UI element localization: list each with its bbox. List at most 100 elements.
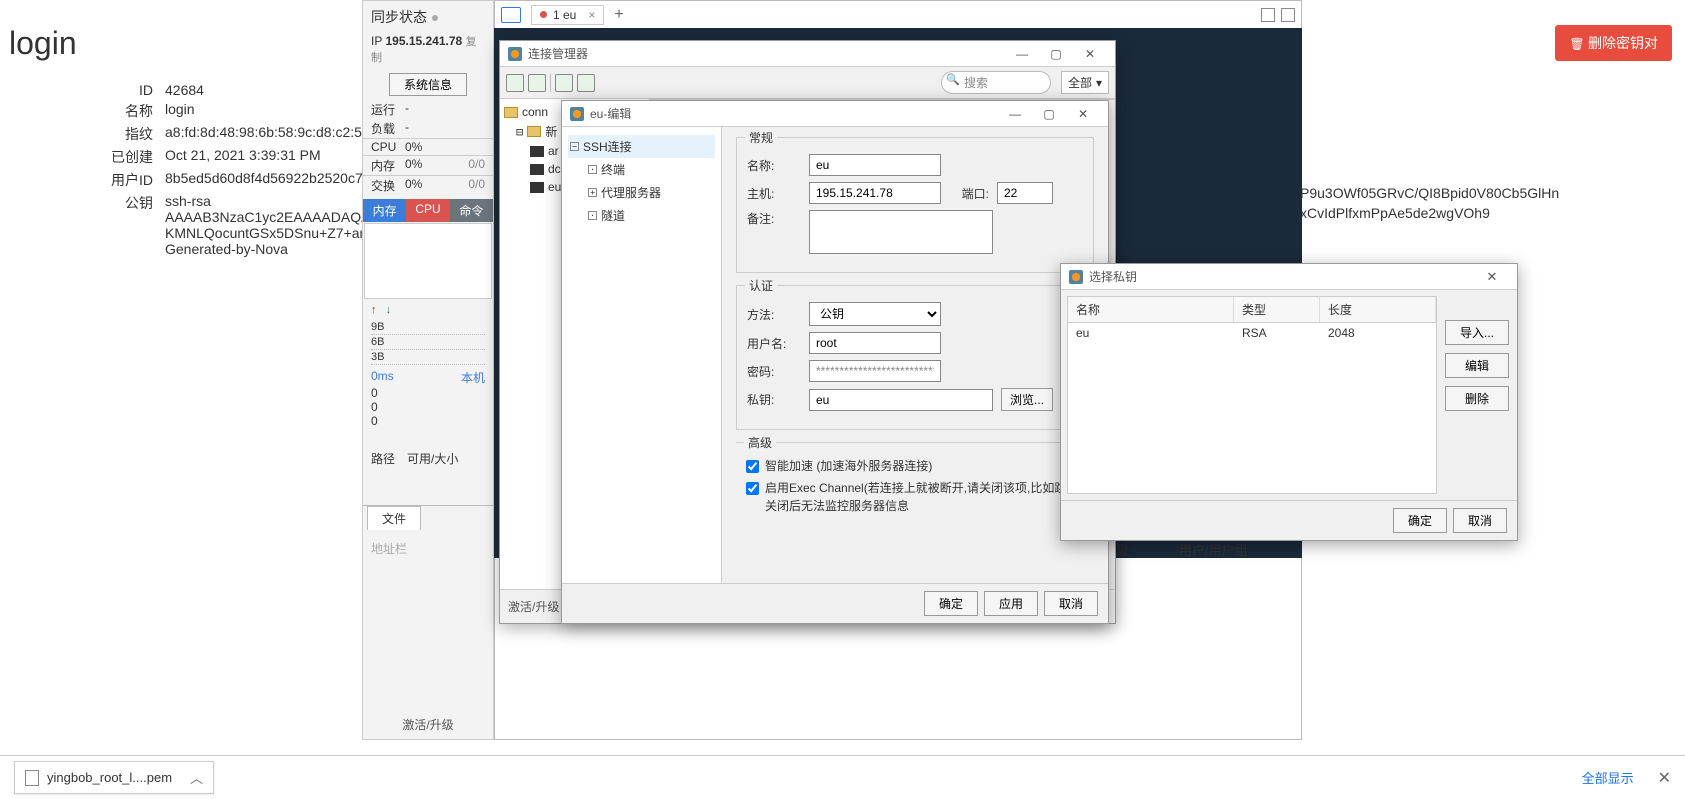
- terminal-icon: [530, 182, 544, 193]
- list-view-icon[interactable]: [1281, 8, 1295, 22]
- tab-cmd[interactable]: 命令: [450, 199, 493, 222]
- folder-icon: [504, 107, 518, 118]
- key-dlg-title: 选择私钥: [1089, 268, 1475, 285]
- java-icon: [1069, 270, 1083, 284]
- latency: 0ms: [371, 369, 394, 383]
- tab-close-icon[interactable]: ×: [588, 8, 595, 22]
- license-link[interactable]: 激活/升级: [508, 598, 559, 615]
- apply-button[interactable]: 应用: [984, 591, 1038, 616]
- close-download-bar[interactable]: ✕: [1658, 768, 1671, 788]
- close-button[interactable]: ✕: [1475, 269, 1509, 285]
- label-pubkey: 公钥: [0, 193, 165, 257]
- username-input[interactable]: [809, 332, 941, 354]
- java-icon: [570, 107, 584, 121]
- label-fingerprint: 指纹: [0, 124, 165, 144]
- chevron-down-icon: ▾: [1096, 76, 1102, 90]
- remark-input[interactable]: [809, 210, 993, 254]
- filter-dropdown[interactable]: 全部▾: [1061, 71, 1109, 94]
- password-input: [809, 360, 941, 382]
- group-adv-label: 高级: [744, 434, 776, 451]
- open-folder-icon[interactable]: [501, 7, 521, 23]
- detail-table: ID42684 名称login 指纹a8:fd:8d:48:98:6b:58:9…: [0, 82, 400, 260]
- session-tab[interactable]: 1 eu ×: [531, 5, 604, 25]
- conn-mgr-title: 连接管理器: [528, 45, 1005, 62]
- minimize-button[interactable]: —: [1005, 47, 1039, 61]
- key-list[interactable]: 名称 类型 长度 eu RSA 2048: [1067, 296, 1437, 494]
- group-general-label: 常规: [745, 129, 777, 146]
- private-key-input[interactable]: [809, 389, 993, 411]
- status-dot-icon: [540, 11, 547, 18]
- download-chip[interactable]: yingbob_root_l....pem ︿: [14, 761, 214, 794]
- ok-button[interactable]: 确定: [1393, 508, 1447, 533]
- exec-channel-checkbox[interactable]: 启用Exec Channel(若连接上就被断开,请关闭该项,比如跳关闭后无法监控…: [746, 479, 1084, 515]
- cancel-button[interactable]: 取消: [1044, 591, 1098, 616]
- terminal-icon: [530, 146, 544, 157]
- host-input[interactable]: [809, 182, 941, 204]
- arrow-down-icon: ↓: [386, 304, 392, 316]
- chevron-up-icon[interactable]: ︿: [190, 768, 203, 787]
- arrow-up-icon: ↑: [371, 304, 377, 316]
- new-tab-button[interactable]: +: [614, 6, 623, 24]
- label-userid: 用户ID: [0, 170, 165, 190]
- import-button[interactable]: 导入...: [1445, 320, 1509, 345]
- host-link[interactable]: 本机: [461, 369, 485, 386]
- close-button[interactable]: ✕: [1073, 47, 1107, 61]
- edit-connection-dialog: eu-编辑 — ▢ ✕ −SSH连接 ·终端 +代理服务器 ·隧道 常规 名称:…: [561, 100, 1109, 624]
- delete-keypair-button[interactable]: 删除密钥对: [1555, 25, 1672, 61]
- download-bar: yingbob_root_l....pem ︿ 全部显示 ✕: [0, 755, 1685, 799]
- maximize-button[interactable]: ▢: [1039, 47, 1073, 61]
- toolbar-new-icon[interactable]: [506, 74, 524, 92]
- label-created: 已创建: [0, 147, 165, 167]
- close-button[interactable]: ✕: [1066, 107, 1100, 121]
- label-name: 名称: [0, 101, 165, 121]
- delete-button[interactable]: 删除: [1445, 386, 1509, 411]
- browse-key-button[interactable]: 浏览...: [1001, 388, 1053, 411]
- sync-title: 同步状态: [371, 9, 427, 25]
- terminal-icon: [530, 164, 544, 175]
- toolbar-copy-icon[interactable]: [555, 74, 573, 92]
- col-type: 类型: [1234, 297, 1320, 322]
- disk-header: 路径可用/大小: [363, 446, 493, 471]
- tab-cpu[interactable]: CPU: [406, 199, 449, 222]
- minimize-button[interactable]: —: [998, 107, 1032, 121]
- pubkey-continuation: P9u3OWf05GRvC/QI8Bpid0V80Cb5GlHn xCvIdPl…: [1300, 184, 1559, 223]
- tab-memory[interactable]: 内存: [363, 199, 406, 222]
- port-input[interactable]: [997, 182, 1053, 204]
- ip-label: IP: [371, 34, 382, 48]
- activate-upgrade-link[interactable]: 激活/升级: [363, 716, 493, 733]
- smart-accel-checkbox[interactable]: 智能加速 (加速海外服务器连接): [746, 457, 1084, 475]
- search-input[interactable]: 搜索: [941, 71, 1051, 94]
- grid-view-icon[interactable]: [1261, 8, 1275, 22]
- net-rows: 9B 6B 3B: [363, 320, 493, 365]
- key-row[interactable]: eu RSA 2048: [1068, 323, 1436, 343]
- document-icon: [25, 770, 39, 786]
- maximize-button[interactable]: ▢: [1032, 107, 1066, 121]
- bottom-columns: 显 用户/用户组: [1116, 540, 1248, 559]
- edit-button[interactable]: 编辑: [1445, 353, 1509, 378]
- folder-icon: [527, 126, 541, 137]
- select-private-key-dialog: 选择私钥 ✕ 名称 类型 长度 eu RSA 2048 导入... 编辑 删除 …: [1060, 263, 1518, 541]
- metric-chart: [364, 223, 492, 299]
- file-tab[interactable]: 文件: [367, 506, 421, 530]
- page-title: login: [9, 25, 77, 62]
- col-name: 名称: [1068, 297, 1234, 322]
- ip-value: 195.15.241.78: [385, 34, 462, 48]
- show-all-downloads[interactable]: 全部显示: [1572, 764, 1644, 791]
- name-input[interactable]: [809, 154, 941, 176]
- toolbar-add-icon[interactable]: [577, 74, 595, 92]
- system-info-button[interactable]: 系统信息: [389, 73, 467, 96]
- java-icon: [508, 47, 522, 61]
- sync-panel: 同步状态 ● IP 195.15.241.78 复制 系统信息 运行- 负载- …: [362, 0, 494, 740]
- download-filename: yingbob_root_l....pem: [47, 770, 172, 785]
- edit-title: eu-编辑: [590, 105, 998, 122]
- metric-tabs[interactable]: 内存 CPU 命令: [363, 199, 493, 222]
- group-auth-label: 认证: [745, 277, 777, 294]
- ok-button[interactable]: 确定: [924, 591, 978, 616]
- session-tab-label: 1 eu: [553, 8, 576, 22]
- cancel-button[interactable]: 取消: [1453, 508, 1507, 533]
- auth-method-select[interactable]: 公钥: [809, 302, 941, 326]
- edit-category-tree[interactable]: −SSH连接 ·终端 +代理服务器 ·隧道: [562, 127, 722, 583]
- address-bar-label: 地址栏: [363, 530, 493, 567]
- toolbar-folder-icon[interactable]: [528, 74, 546, 92]
- label-id: ID: [0, 82, 165, 98]
